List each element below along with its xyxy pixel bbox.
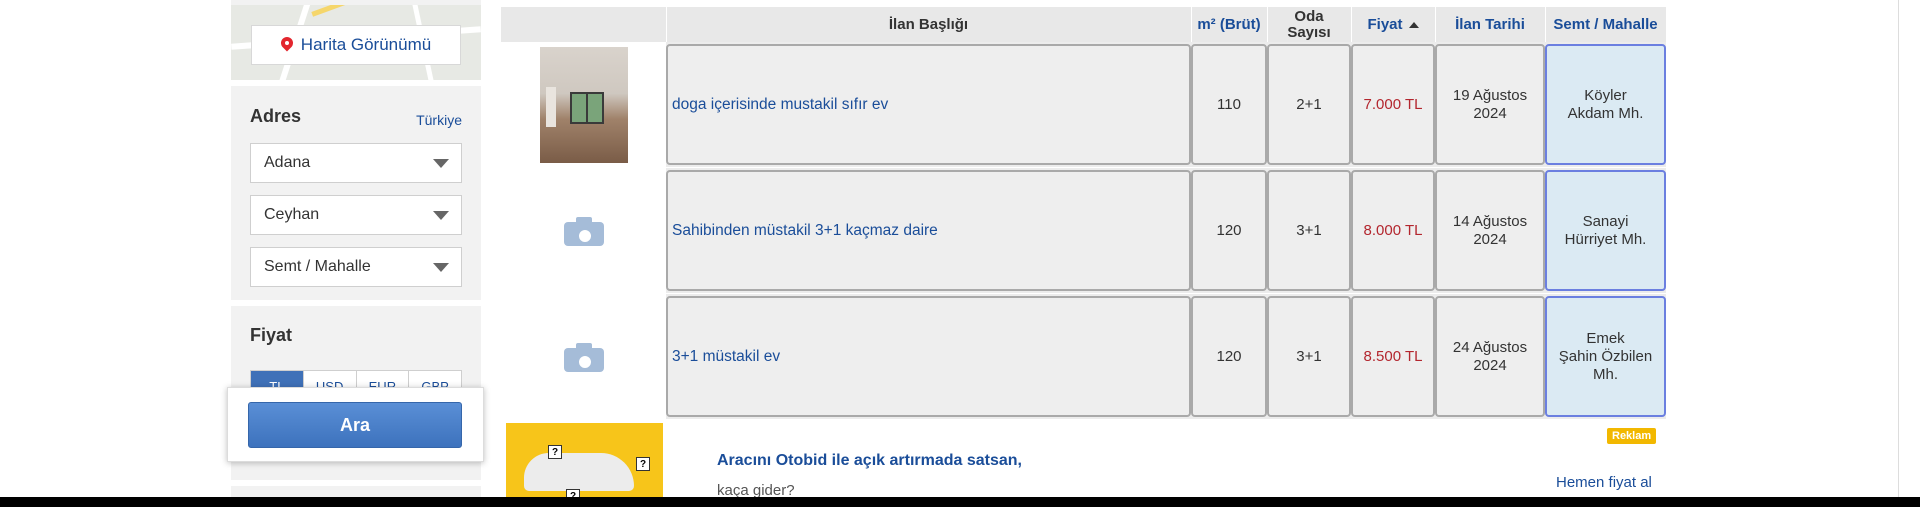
listing-title-link[interactable]: Sahibinden müstakil 3+1 kaçmaz daire <box>666 170 1191 291</box>
divider <box>231 300 481 306</box>
camera-icon-top <box>575 216 592 224</box>
search-button[interactable]: Ara <box>248 402 462 448</box>
divider <box>231 80 481 86</box>
listing-rooms: 3+1 <box>1267 170 1351 291</box>
address-title: Adres <box>250 106 302 126</box>
listing-location: Emek Şahin Özbilen Mh. <box>1545 296 1666 417</box>
country-link[interactable]: Türkiye <box>416 112 462 128</box>
ad-cta-link[interactable]: Hemen fiyat al <box>1556 474 1652 491</box>
col-header-date[interactable]: İlan Tarihi <box>1435 7 1545 42</box>
header-divider <box>666 7 667 42</box>
col-header-title[interactable]: İlan Başlığı <box>666 7 1191 42</box>
listing-date-line1: 14 Ağustos <box>1452 212 1528 230</box>
listing-thumbnail[interactable] <box>501 168 666 293</box>
listing-date: 19 Ağustos 2024 <box>1435 44 1545 165</box>
neighborhood-select-value: Semt / Mahalle <box>264 258 371 275</box>
map-pin-icon <box>281 37 293 53</box>
listing-date-line2: 2024 <box>1473 104 1507 122</box>
listing-location-line2: Akdam Mh. <box>1567 104 1644 122</box>
listing-area: 120 <box>1191 170 1267 291</box>
ad-title[interactable]: Aracını Otobid ile açık artırmada satsan… <box>717 452 1022 470</box>
question-mark-icon: ? <box>636 457 650 471</box>
listing-rooms: 2+1 <box>1267 44 1351 165</box>
listing-title-link[interactable]: 3+1 müstakil ev <box>666 296 1191 417</box>
col-header-rooms-line2: Sayısı <box>1287 23 1331 41</box>
chevron-down-icon <box>433 159 449 168</box>
header-divider <box>1191 7 1192 42</box>
question-mark-icon: ? <box>548 445 562 459</box>
district-select-value: Ceyhan <box>264 206 320 223</box>
camera-icon <box>563 216 604 246</box>
listing-area: 110 <box>1191 44 1267 165</box>
listing-date-line1: 19 Ağustos <box>1452 86 1528 104</box>
ad-banner[interactable]: ? ? ? Aracını Otobid ile açık artırmada … <box>501 421 1666 507</box>
listing-table: İlan Başlığı m² (Brüt) Oda Sayısı Fiyat … <box>501 0 1666 507</box>
page-edge <box>1898 0 1899 507</box>
map-view-label: Harita Görünümü <box>300 35 432 54</box>
header-divider <box>1435 7 1436 42</box>
district-select[interactable]: Ceyhan <box>250 195 462 235</box>
col-header-price-label: Fiyat <box>1367 15 1403 33</box>
col-header-area[interactable]: m² (Brüt) <box>1191 7 1267 42</box>
listing-date-line1: 24 Ağustos <box>1452 338 1528 356</box>
listing-location: Sanayi Hürriyet Mh. <box>1545 170 1666 291</box>
search-popover: Ara <box>227 387 484 462</box>
photo-door <box>545 86 556 127</box>
listing-location-line3: Mh. <box>1592 365 1618 383</box>
col-header-rooms[interactable]: Oda Sayısı <box>1267 7 1351 42</box>
listing-date-line2: 2024 <box>1473 230 1507 248</box>
price-title: Fiyat <box>250 325 293 345</box>
col-header-location[interactable]: Semt / Mahalle <box>1545 7 1666 42</box>
table-row[interactable]: doga içerisinde mustakil sıfır ev 110 2+… <box>501 42 1666 167</box>
chevron-down-icon <box>433 211 449 220</box>
listing-thumbnail[interactable] <box>501 294 666 419</box>
listing-price: 8.000 TL <box>1351 170 1435 291</box>
listing-date: 14 Ağustos 2024 <box>1435 170 1545 291</box>
car-illustration <box>524 453 634 491</box>
table-row[interactable]: 3+1 müstakil ev 120 3+1 8.500 TL 24 Ağus… <box>501 294 1666 419</box>
table-header: İlan Başlığı m² (Brüt) Oda Sayısı Fiyat … <box>501 7 1666 42</box>
listing-location-line2: Hürriyet Mh. <box>1564 230 1647 248</box>
listing-photo <box>539 46 628 163</box>
listing-location: Köyler Akdam Mh. <box>1545 44 1666 165</box>
photo-window <box>569 91 604 124</box>
listing-date: 24 Ağustos 2024 <box>1435 296 1545 417</box>
header-divider <box>1545 7 1546 42</box>
camera-icon-top <box>575 342 592 350</box>
city-select[interactable]: Adana <box>250 143 462 183</box>
listing-location-line1: Emek <box>1586 329 1625 347</box>
map-preview[interactable]: Harita Görünümü <box>231 5 481 80</box>
bottom-bar <box>0 497 1920 507</box>
ad-badge: Reklam <box>1607 428 1657 444</box>
listing-location-line2: Şahin Özbilen <box>1558 347 1653 365</box>
city-select-value: Adana <box>264 154 311 171</box>
listing-area: 120 <box>1191 296 1267 417</box>
chevron-down-icon <box>433 263 449 272</box>
table-row[interactable]: Sahibinden müstakil 3+1 kaçmaz daire 120… <box>501 168 1666 293</box>
listing-thumbnail[interactable] <box>501 42 666 167</box>
header-divider <box>1351 7 1352 42</box>
listing-location-line1: Sanayi <box>1582 212 1629 230</box>
listing-location-line1: Köyler <box>1584 86 1627 104</box>
listing-price: 7.000 TL <box>1351 44 1435 165</box>
col-header-price[interactable]: Fiyat <box>1351 7 1435 42</box>
listing-title-link[interactable]: doga içerisinde mustakil sıfır ev <box>666 44 1191 165</box>
sort-ascending-icon <box>1408 21 1419 28</box>
ad-image: ? ? ? <box>506 423 663 507</box>
listing-rooms: 3+1 <box>1267 296 1351 417</box>
camera-icon <box>563 342 604 372</box>
listing-price: 8.500 TL <box>1351 296 1435 417</box>
listing-date-line2: 2024 <box>1473 356 1507 374</box>
map-road <box>311 5 351 17</box>
col-header-rooms-line1: Oda <box>1294 7 1324 25</box>
map-view-button[interactable]: Harita Görünümü <box>251 25 461 65</box>
neighborhood-select[interactable]: Semt / Mahalle <box>250 247 462 287</box>
divider <box>231 480 481 486</box>
header-divider <box>1267 7 1268 42</box>
